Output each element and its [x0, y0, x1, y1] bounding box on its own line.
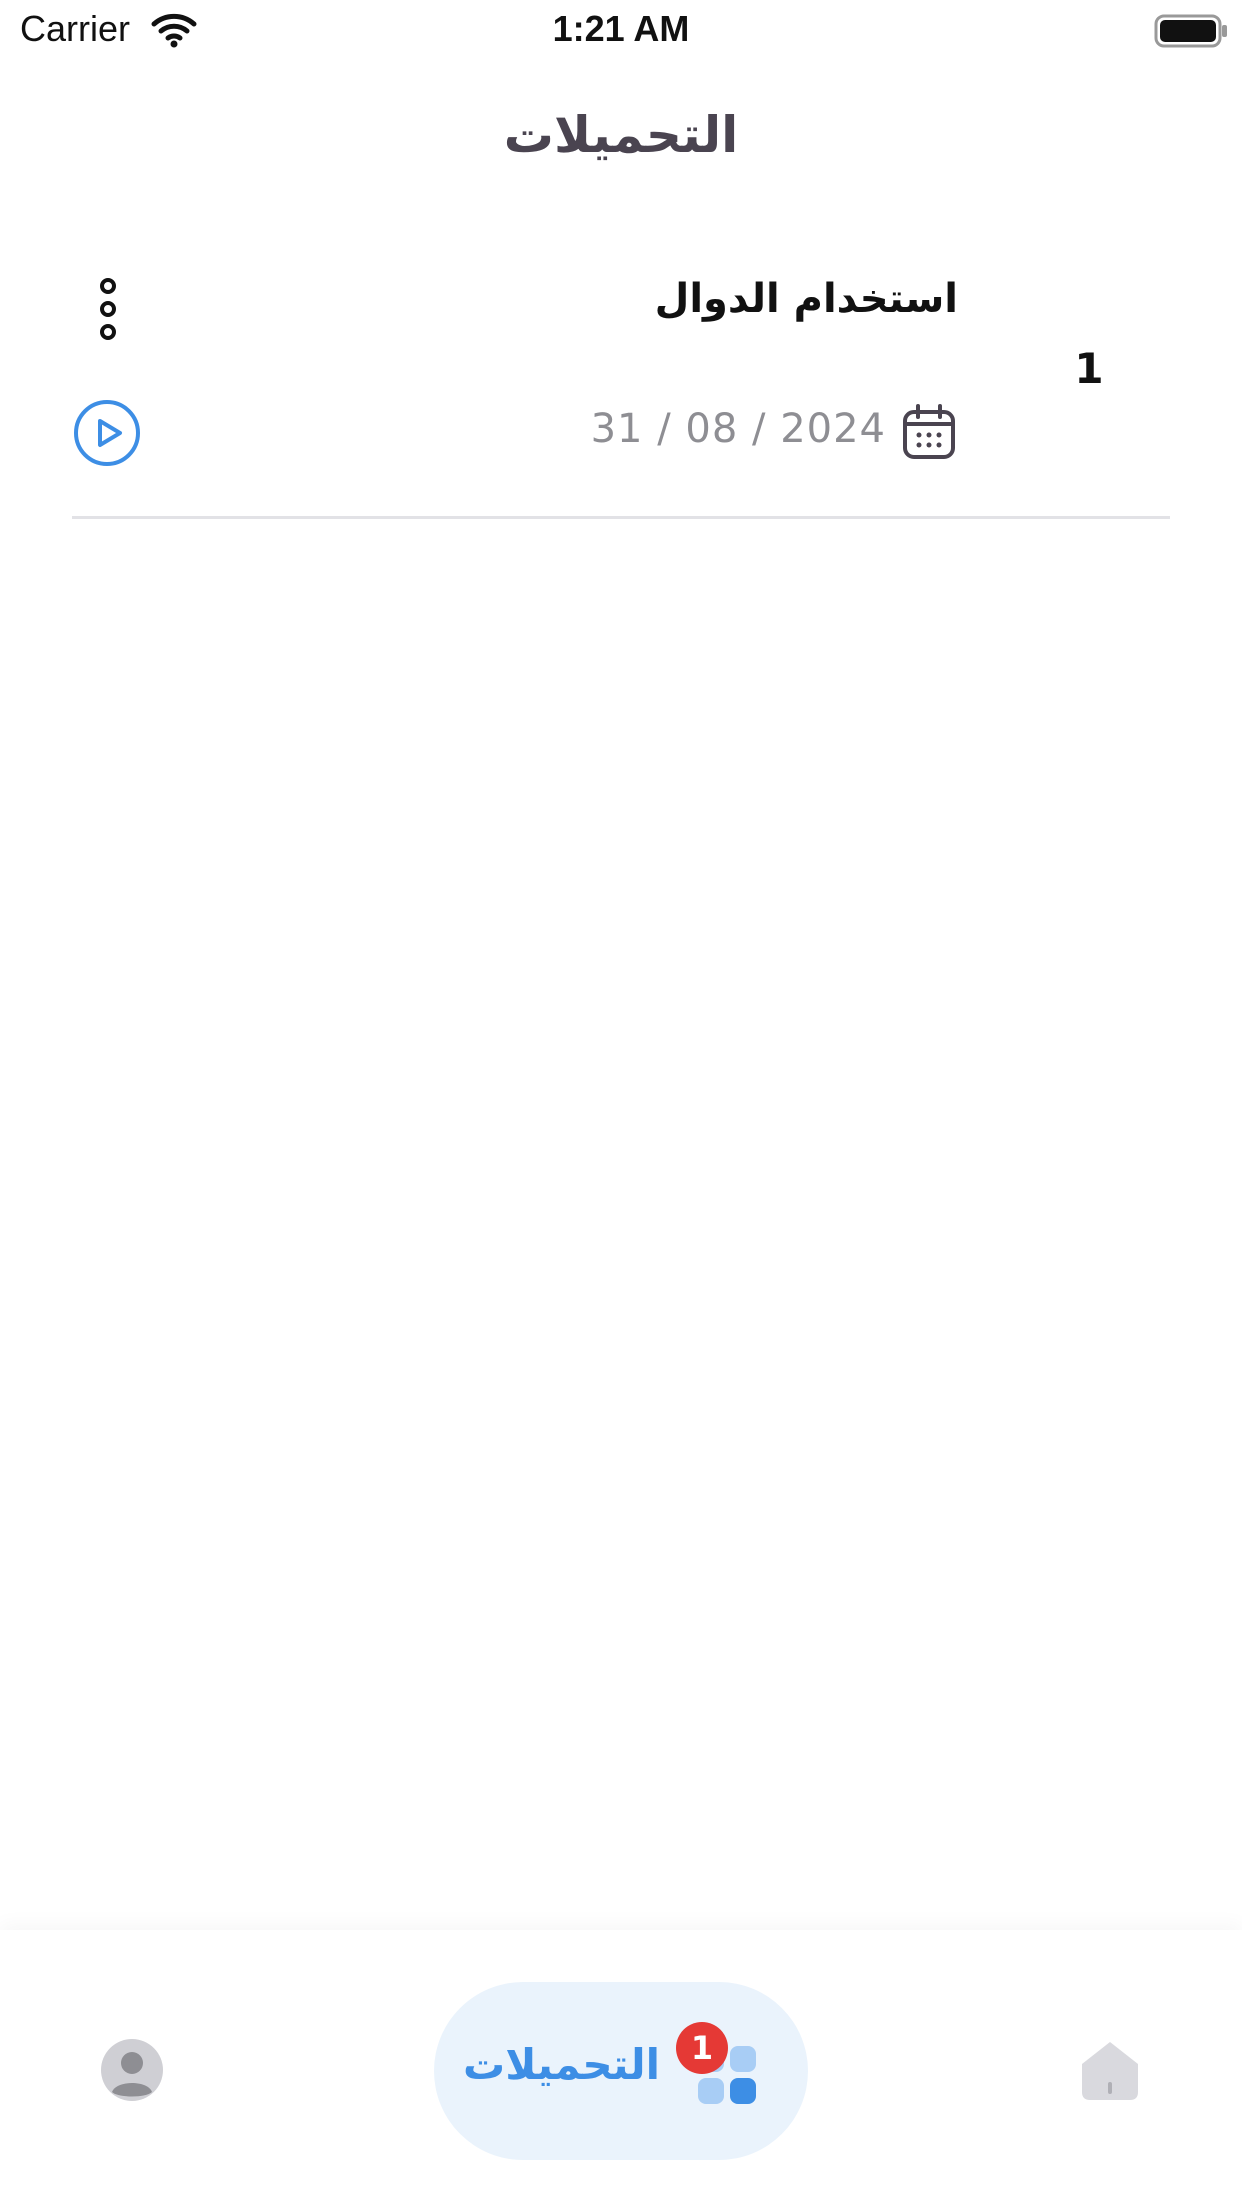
play-circle-icon[interactable] [72, 398, 142, 468]
item-date: 31 / 08 / 2024 [590, 406, 886, 452]
tab-downloads[interactable]: التحميلات 1 [434, 1982, 808, 2160]
battery-icon [1154, 14, 1227, 48]
status-time: 1:21 AM [552, 8, 690, 49]
item-title: استخدام الدوال [654, 276, 958, 322]
page-title: التحميلات [503, 106, 739, 164]
notification-badge: 1 [676, 2022, 728, 2074]
tab-downloads-label: التحميلات [463, 2040, 660, 2089]
home-icon[interactable] [1078, 2038, 1142, 2102]
status-bar: Carrier 1:21 AM [0, 0, 1242, 64]
tab-bar: التحميلات 1 [0, 1930, 1242, 2208]
profile-icon[interactable] [100, 2038, 164, 2102]
more-vertical-icon[interactable] [88, 276, 128, 346]
divider [72, 516, 1170, 519]
calendar-icon [903, 404, 955, 459]
item-index: 1 [1074, 344, 1104, 393]
